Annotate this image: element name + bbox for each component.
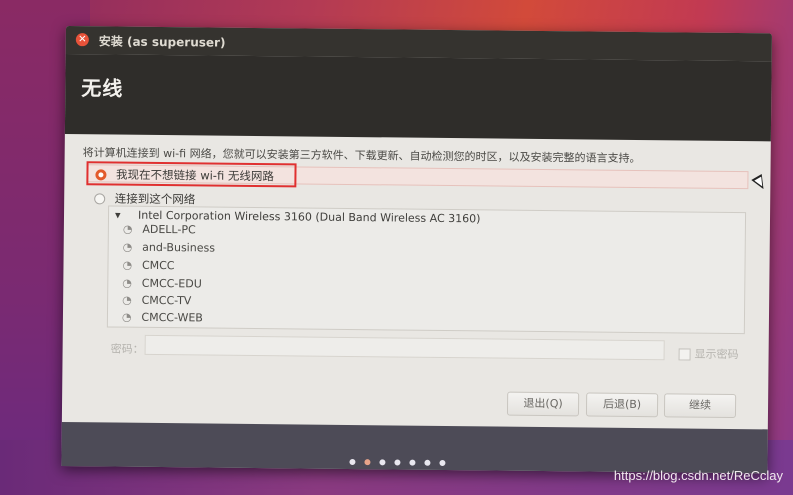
network-name: CMCC <box>141 258 175 273</box>
network-name: and-Business <box>142 240 216 255</box>
network-name: CMCC-EDU <box>141 276 202 291</box>
show-password-toggle[interactable]: 显示密码 <box>678 345 739 362</box>
progress-dot <box>424 459 431 466</box>
radio-label-connect: 连接到这个网络 <box>114 191 196 207</box>
checkbox-icon[interactable] <box>678 348 691 361</box>
progress-dot <box>439 459 446 466</box>
progress-dot <box>409 459 416 466</box>
network-name: CMCC-TV <box>141 293 192 308</box>
network-item[interactable]: ◔ ADELL-PC <box>123 223 196 237</box>
progress-dot-current <box>364 459 371 466</box>
network-item[interactable]: ◔ CMCC <box>122 259 174 273</box>
page-header: 无线 <box>64 53 772 142</box>
progress-dots <box>349 450 454 470</box>
wifi-signal-icon: ◔ <box>121 310 132 324</box>
network-item[interactable]: ◔ and-Business <box>123 241 215 255</box>
red-highlight-annotation <box>86 161 297 188</box>
window-title: 安装 (as superuser) <box>98 34 226 50</box>
network-list[interactable]: ▾ Intel Corporation Wireless 3160 (Dual … <box>106 205 747 335</box>
progress-dot <box>394 459 401 466</box>
installer-window: ✕ 安装 (as superuser) 无线 将计算机连接到 wi-fi 网络，… <box>61 26 772 474</box>
network-item[interactable]: ◔ CMCC-TV <box>122 294 191 308</box>
wifi-signal-icon: ◔ <box>122 276 132 290</box>
expand-triangle-icon[interactable]: ▾ <box>115 209 121 222</box>
quit-button[interactable]: 退出(Q) <box>506 391 580 417</box>
wifi-signal-icon: ◔ <box>122 258 133 272</box>
network-item[interactable]: ◔ CMCC-WEB <box>122 311 203 325</box>
network-name: ADELL-PC <box>142 222 196 237</box>
password-label: 密码： <box>110 342 144 356</box>
progress-dot <box>349 458 356 466</box>
wifi-signal-icon: ◔ <box>122 222 133 236</box>
page-title: 无线 <box>81 76 124 101</box>
watermark-text: https://blog.csdn.net/ReCclay <box>613 468 783 483</box>
password-field[interactable] <box>144 334 665 361</box>
network-name: CMCC-WEB <box>141 310 203 325</box>
main-content: 将计算机连接到 wi-fi 网络，您就可以安装第三方软件、下载更新、自动检测您的… <box>62 134 771 429</box>
close-icon[interactable]: ✕ <box>75 33 89 47</box>
progress-dot <box>379 459 386 466</box>
continue-button[interactable]: 继续 <box>663 393 737 419</box>
radio-unselected-icon[interactable] <box>94 193 106 205</box>
progress-footer <box>61 421 768 474</box>
back-button[interactable]: 后退(B) <box>585 392 659 418</box>
wifi-signal-icon: ◔ <box>122 240 133 254</box>
network-item[interactable]: ◔ CMCC-EDU <box>122 277 202 291</box>
wifi-signal-icon: ◔ <box>122 293 132 307</box>
show-password-label: 显示密码 <box>694 347 739 362</box>
